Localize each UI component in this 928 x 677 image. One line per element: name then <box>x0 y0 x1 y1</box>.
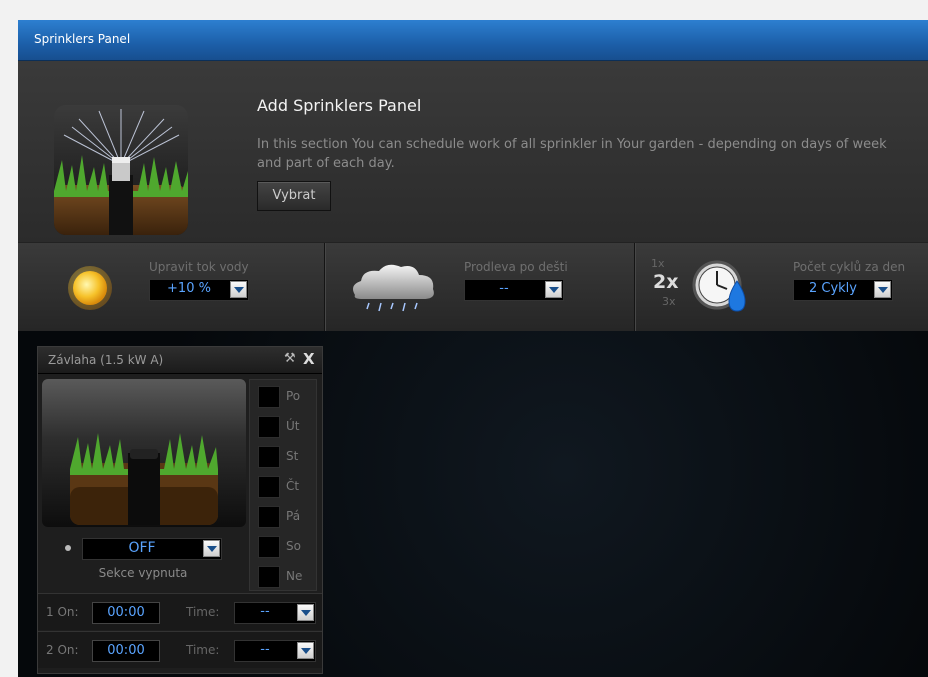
weekday-selector: Po Út St Čt Pá So Ne <box>249 379 317 591</box>
window-title: Sprinklers Panel <box>34 32 131 46</box>
day-st: St <box>258 446 316 470</box>
day-ct: Čt <box>258 476 316 500</box>
chevron-down-icon[interactable] <box>297 642 314 659</box>
rain-delay-value: -- <box>499 281 509 296</box>
day-label: Ne <box>286 569 303 583</box>
sprinkler-icon <box>70 433 218 525</box>
day-checkbox[interactable] <box>258 506 280 528</box>
select-button[interactable]: Vybrat <box>257 181 331 211</box>
rain-delay-control: Prodleva po dešti -- <box>325 243 634 331</box>
day-checkbox[interactable] <box>258 566 280 588</box>
chevron-down-icon[interactable] <box>545 281 562 298</box>
schedule-duration-label: Time: <box>186 643 220 657</box>
zone-status-value: OFF <box>128 540 156 556</box>
day-label: Pá <box>286 509 301 523</box>
day-label: St <box>286 449 299 463</box>
wrench-icon[interactable]: ⚒ <box>284 351 296 366</box>
widget-header: Závlaha (1.5 kW A) ⚒ X <box>38 347 322 374</box>
flow-select[interactable]: +10 % <box>149 279 249 301</box>
cycles-icon-top: 1x <box>651 257 665 270</box>
rain-delay-select[interactable]: -- <box>464 279 564 301</box>
flow-label: Upravit tok vody <box>149 260 249 274</box>
chevron-down-icon[interactable] <box>297 604 314 621</box>
sprinkler-zone-widget: Závlaha (1.5 kW A) ⚒ X Po Út St Čt Pá So… <box>37 346 323 674</box>
day-checkbox[interactable] <box>258 446 280 468</box>
day-label: Út <box>286 419 300 433</box>
day-ut: Út <box>258 416 316 440</box>
schedule-duration-value: -- <box>260 642 270 657</box>
schedule-time-input[interactable]: 00:00 <box>92 640 160 662</box>
schedule-duration-select[interactable]: -- <box>234 602 316 624</box>
sprinkler-icon <box>54 105 188 235</box>
rain-delay-label: Prodleva po dešti <box>464 260 568 274</box>
schedule-duration-label: Time: <box>186 605 220 619</box>
schedule-on-label: 2 On: <box>46 643 79 657</box>
chevron-down-icon[interactable] <box>874 281 891 298</box>
schedule-time-input[interactable]: 00:00 <box>92 602 160 624</box>
clock-water-icon <box>692 260 746 312</box>
day-ne: Ne <box>258 566 316 590</box>
day-checkbox[interactable] <box>258 536 280 558</box>
intro-section: Add Sprinklers Panel In this section You… <box>18 61 928 242</box>
day-po: Po <box>258 386 316 410</box>
flow-value: +10 % <box>167 281 211 296</box>
controls-bar: Upravit tok vody +10 % Prodleva po dešti… <box>18 242 928 331</box>
rain-cloud-icon <box>353 264 434 312</box>
sun-icon <box>68 266 112 310</box>
schedule-row: 2 On: 00:00 Time: -- <box>38 631 322 668</box>
close-icon[interactable]: X <box>303 350 315 368</box>
chevron-down-icon[interactable] <box>230 281 247 298</box>
cycles-select[interactable]: 2 Cykly <box>793 279 893 301</box>
cycles-icon-mid: 2x <box>653 271 679 293</box>
day-pa: Pá <box>258 506 316 530</box>
window-titlebar: Sprinklers Panel <box>18 20 928 61</box>
schedule-duration-select[interactable]: -- <box>234 640 316 662</box>
zone-status-text: Sekce vypnuta <box>98 566 188 580</box>
cycles-label: Počet cyklů za den <box>793 260 906 274</box>
day-so: So <box>258 536 316 560</box>
chevron-down-icon[interactable] <box>203 540 220 557</box>
cycles-control: 1x 2x 3x Počet cyklů za den 2 Cykly <box>635 243 928 331</box>
day-checkbox[interactable] <box>258 416 280 438</box>
day-label: Čt <box>286 479 300 493</box>
zone-status-select[interactable]: OFF <box>82 538 222 560</box>
status-led <box>65 545 71 551</box>
cycles-icon-bot: 3x <box>662 295 676 308</box>
cycles-value: 2 Cykly <box>808 281 857 296</box>
intro-heading: Add Sprinklers Panel <box>257 96 422 115</box>
schedule-row: 1 On: 00:00 Time: -- <box>38 593 322 630</box>
day-label: So <box>286 539 301 553</box>
day-checkbox[interactable] <box>258 386 280 408</box>
intro-description: In this section You can schedule work of… <box>257 137 887 171</box>
day-checkbox[interactable] <box>258 476 280 498</box>
widget-title: Závlaha (1.5 kW A) <box>48 353 164 367</box>
zone-image <box>42 379 246 527</box>
schedule-duration-value: -- <box>260 604 270 619</box>
schedule-on-label: 1 On: <box>46 605 79 619</box>
day-label: Po <box>286 389 301 403</box>
flow-control: Upravit tok vody +10 % <box>18 243 324 331</box>
